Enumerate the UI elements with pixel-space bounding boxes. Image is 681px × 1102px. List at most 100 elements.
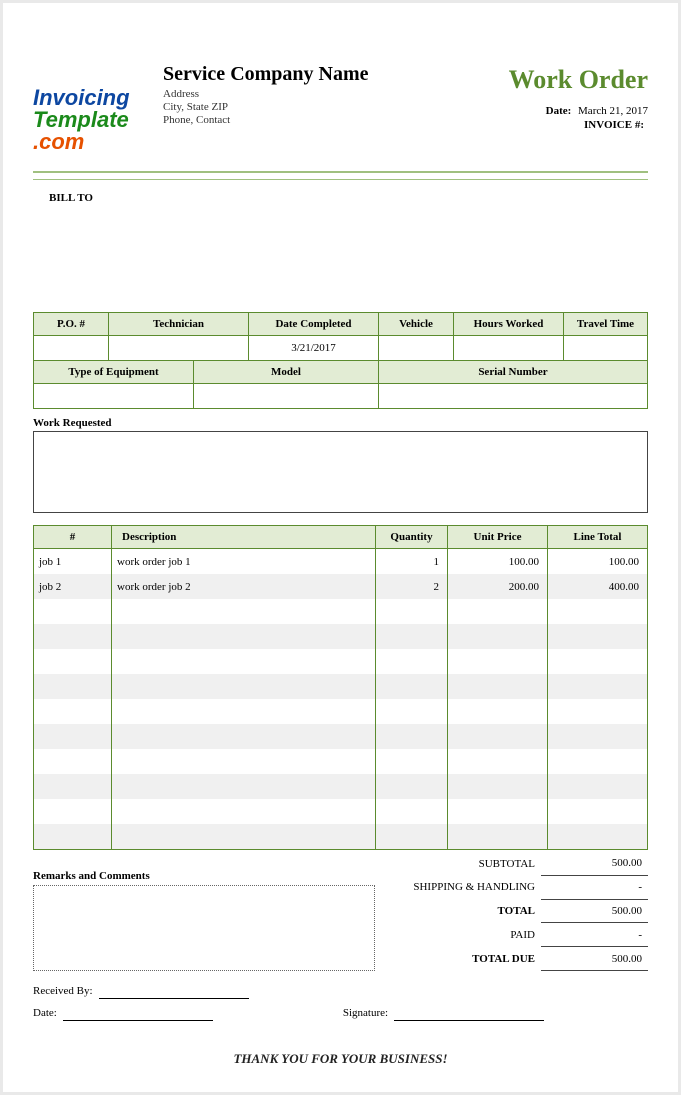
item-desc	[112, 624, 376, 649]
logo-text-com: .com	[33, 129, 84, 154]
company-city-state-zip: City, State ZIP	[163, 101, 448, 113]
total-value: 500.00	[541, 899, 648, 923]
cell-vehicle	[379, 336, 454, 361]
thank-you-message: THANK YOU FOR YOUR BUSINESS!	[3, 1051, 678, 1067]
job-info: P.O. # Technician Date Completed Vehicle…	[33, 312, 648, 409]
item-desc: work order job 2	[112, 574, 376, 599]
company-block: Service Company Name Address City, State…	[153, 63, 448, 155]
sign-date-label: Date:	[33, 1007, 61, 1021]
item-qty	[376, 624, 448, 649]
item-row	[34, 599, 648, 624]
header-technician: Technician	[109, 313, 249, 336]
item-qty	[376, 724, 448, 749]
item-num	[34, 624, 112, 649]
cell-hours-worked	[454, 336, 564, 361]
header-travel-time: Travel Time	[564, 313, 648, 336]
job-info-table-2: Type of Equipment Model Serial Number	[33, 361, 648, 409]
totals-area: Remarks and Comments SUBTOTAL 500.00 SHI…	[33, 852, 648, 971]
item-row	[34, 674, 648, 699]
item-price	[448, 774, 548, 799]
item-num	[34, 824, 112, 850]
item-price	[448, 799, 548, 824]
item-qty	[376, 699, 448, 724]
item-price	[448, 674, 548, 699]
title-block: Work Order Date: March 21, 2017 INVOICE …	[448, 63, 648, 155]
item-row	[34, 699, 648, 724]
item-num	[34, 649, 112, 674]
item-desc: work order job 1	[112, 549, 376, 575]
item-total	[548, 749, 648, 774]
item-qty: 2	[376, 574, 448, 599]
item-num: job 2	[34, 574, 112, 599]
remarks-box	[33, 885, 375, 971]
items-header-desc: Description	[112, 526, 376, 549]
cell-date-completed: 3/21/2017	[249, 336, 379, 361]
company-phone: Phone, Contact	[163, 114, 448, 126]
item-qty	[376, 799, 448, 824]
header-po: P.O. #	[34, 313, 109, 336]
remarks-block: Remarks and Comments	[33, 852, 407, 971]
logo-svg: Invoicing Template .com	[33, 83, 153, 155]
shipping-value: -	[541, 875, 648, 899]
item-desc	[112, 824, 376, 850]
item-total	[548, 774, 648, 799]
subtotal-value: 500.00	[541, 852, 648, 875]
job-info-table-1: P.O. # Technician Date Completed Vehicle…	[33, 312, 648, 361]
items-header-total: Line Total	[548, 526, 648, 549]
item-price	[448, 724, 548, 749]
items-header-qty: Quantity	[376, 526, 448, 549]
received-by-row: Received By:	[33, 985, 648, 999]
logo: Invoicing Template .com	[33, 63, 153, 155]
item-num	[34, 774, 112, 799]
item-qty	[376, 674, 448, 699]
item-desc	[112, 599, 376, 624]
items-table: # Description Quantity Unit Price Line T…	[33, 525, 648, 850]
item-num	[34, 699, 112, 724]
item-price	[448, 749, 548, 774]
item-num	[34, 674, 112, 699]
paid-label: PAID	[407, 923, 541, 947]
date-signature-row: Date: Signature:	[33, 1007, 648, 1021]
company-name: Service Company Name	[163, 63, 448, 86]
item-total	[548, 649, 648, 674]
totals-table: SUBTOTAL 500.00 SHIPPING & HANDLING - TO…	[407, 852, 648, 971]
sign-date-line	[63, 1007, 213, 1021]
document-title: Work Order	[448, 65, 648, 95]
item-price: 100.00	[448, 549, 548, 575]
total-label: TOTAL	[407, 899, 541, 923]
sign-block: Received By: Date: Signature:	[33, 985, 648, 1021]
item-price	[448, 824, 548, 850]
item-desc	[112, 749, 376, 774]
header: Invoicing Template .com Service Company …	[3, 3, 678, 165]
company-address: Address	[163, 88, 448, 100]
item-row	[34, 774, 648, 799]
item-row	[34, 649, 648, 674]
cell-po	[34, 336, 109, 361]
item-num	[34, 799, 112, 824]
item-qty	[376, 774, 448, 799]
cell-technician	[109, 336, 249, 361]
work-requested-box	[33, 431, 648, 513]
cell-equipment-type	[34, 384, 194, 409]
work-requested-label: Work Requested	[33, 417, 648, 429]
item-price	[448, 699, 548, 724]
header-equipment-type: Type of Equipment	[34, 361, 194, 384]
item-qty: 1	[376, 549, 448, 575]
cell-travel-time	[564, 336, 648, 361]
meta-date-value: March 21, 2017	[578, 105, 648, 117]
item-num	[34, 599, 112, 624]
bill-to-area	[3, 204, 678, 312]
items-header-num: #	[34, 526, 112, 549]
header-hours-worked: Hours Worked	[454, 313, 564, 336]
item-qty	[376, 824, 448, 850]
meta-date-row: Date: March 21, 2017	[448, 105, 648, 117]
due-label: TOTAL DUE	[407, 947, 541, 971]
paid-value: -	[541, 923, 648, 947]
items-header-price: Unit Price	[448, 526, 548, 549]
item-row	[34, 724, 648, 749]
item-desc	[112, 724, 376, 749]
item-qty	[376, 649, 448, 674]
header-model: Model	[194, 361, 379, 384]
item-qty	[376, 599, 448, 624]
item-total	[548, 799, 648, 824]
